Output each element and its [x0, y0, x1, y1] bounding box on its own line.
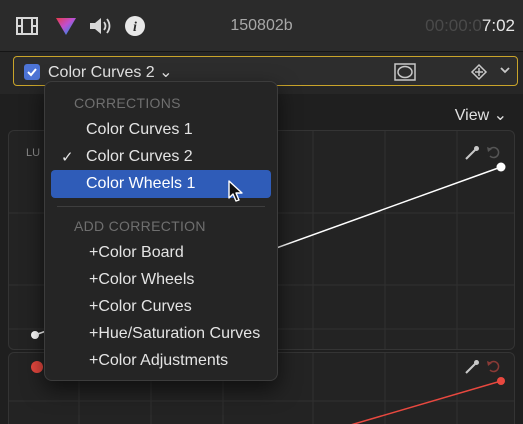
timecode-lit: 7:02: [481, 16, 515, 35]
top-bar: i 150802b 00:00:07:02: [0, 0, 523, 52]
corrections-heading: CORRECTIONS: [74, 95, 181, 111]
menu-item-color-curves-2[interactable]: ✓ Color Curves 2: [51, 143, 271, 171]
timecode: 00:00:07:02: [425, 16, 515, 36]
mask-icon[interactable]: [394, 63, 416, 86]
menu-item-label: Color Curves 1: [86, 121, 193, 138]
correction-enable-checkbox[interactable]: [24, 64, 40, 80]
eyedropper-icon[interactable]: [464, 359, 480, 380]
red-curve-point-high: [497, 377, 505, 385]
timecode-dim: 00:00:0: [425, 16, 482, 35]
eyedropper-icon[interactable]: [464, 145, 480, 166]
menu-item-add-color-adjustments[interactable]: +Color Adjustments: [89, 352, 228, 370]
menu-item-add-color-wheels[interactable]: +Color Wheels: [89, 271, 194, 289]
red-channel-dot: [31, 361, 43, 373]
mouse-pointer-icon: [227, 180, 245, 209]
red-curve-line: [351, 380, 502, 424]
reset-icon[interactable]: [486, 359, 500, 378]
checkmark-icon: ✓: [61, 149, 74, 166]
reset-icon[interactable]: [486, 145, 500, 164]
menu-item-add-hue-saturation-curves[interactable]: +Hue/Saturation Curves: [89, 325, 260, 343]
menu-item-add-color-board[interactable]: +Color Board: [89, 244, 184, 262]
menu-item-label: Color Wheels 1: [86, 175, 196, 192]
chevron-down-icon[interactable]: [498, 63, 512, 82]
luma-label: LU: [26, 147, 41, 159]
menu-item-add-color-curves[interactable]: +Color Curves: [89, 298, 192, 316]
luma-curve-point-low: [31, 331, 39, 339]
add-correction-heading: ADD CORRECTION: [74, 218, 206, 234]
correction-dropdown-menu: CORRECTIONS Color Curves 1 ✓ Color Curve…: [44, 81, 278, 381]
menu-item-color-curves-1[interactable]: Color Curves 1: [51, 116, 271, 144]
menu-item-label: Color Curves 2: [86, 148, 193, 165]
correction-selector-label[interactable]: Color Curves 2 ⌄: [48, 62, 173, 82]
keyframe-icon[interactable]: [470, 63, 488, 86]
view-menu-button[interactable]: View ⌄: [455, 105, 507, 125]
